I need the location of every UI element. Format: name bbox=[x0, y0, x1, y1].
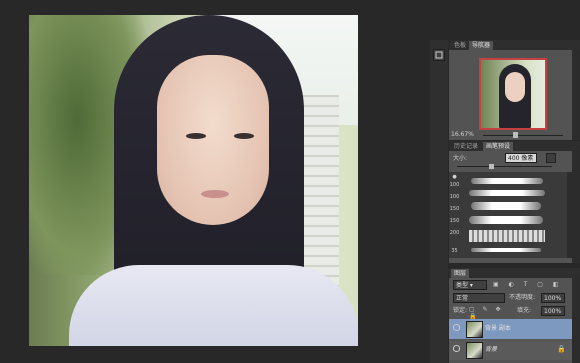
zoom-slider-handle[interactable] bbox=[513, 132, 518, 138]
brush-size-field[interactable]: 400 像素 bbox=[505, 153, 537, 163]
brush-size-2[interactable]: 100 bbox=[449, 194, 460, 200]
fill-field[interactable]: 100% bbox=[541, 306, 565, 316]
photo-lips bbox=[201, 190, 229, 198]
opacity-label: 不透明度: bbox=[509, 294, 536, 301]
brush-dot-icon[interactable]: ● bbox=[449, 174, 460, 180]
brush-size-label: 大小: bbox=[453, 155, 468, 162]
brush-stroke-7[interactable] bbox=[471, 248, 541, 252]
brush-size-handle[interactable] bbox=[489, 164, 494, 169]
photo-left-eye bbox=[186, 133, 206, 139]
tab-layers[interactable]: 图层 bbox=[451, 269, 470, 278]
brush-size-3[interactable]: 150 bbox=[449, 206, 460, 212]
layer-row-copy[interactable]: 背景 副本 bbox=[449, 319, 572, 339]
navigator-pane bbox=[449, 50, 572, 140]
brush-list: ● 100 100 150 150 200 35 bbox=[449, 172, 570, 258]
zoom-value[interactable]: 16.67% bbox=[451, 130, 474, 139]
brush-pane: 大小: 400 像素 ● 100 100 150 150 200 35 bbox=[449, 151, 572, 263]
navigator-zoom-row: 16.67% bbox=[449, 130, 572, 140]
photo-face bbox=[157, 55, 269, 225]
layer-row-background[interactable]: 背景 🔒 bbox=[449, 340, 572, 360]
brush-stroke-4[interactable] bbox=[469, 216, 543, 224]
fill-label: 填充: bbox=[517, 307, 532, 314]
brush-stroke-2[interactable] bbox=[469, 190, 545, 196]
layers-scrollbar[interactable] bbox=[572, 278, 580, 363]
brush-stroke-1[interactable] bbox=[471, 178, 543, 184]
lock-icons[interactable]: ▢ ✎ ✥ 🔒 bbox=[469, 306, 509, 320]
navigator-scrollbar[interactable] bbox=[572, 50, 580, 140]
brush-size-7[interactable]: 35 bbox=[449, 248, 460, 254]
opacity-field[interactable]: 100% bbox=[541, 293, 565, 303]
layer-filter-icons[interactable]: ▣ ◐ T ▢ ◧ bbox=[493, 281, 563, 289]
brush-preset-panel: 历史记录 画笔预设 大小: 400 像素 ● 100 100 150 150 2… bbox=[449, 141, 580, 263]
tab-history[interactable]: 历史记录 bbox=[451, 142, 481, 151]
filter-kind: 类型 bbox=[456, 282, 469, 289]
layer-thumbnail bbox=[466, 342, 483, 359]
layers-tabbar: 图层 bbox=[449, 268, 580, 278]
tab-brush-presets[interactable]: 画笔预设 bbox=[483, 142, 514, 151]
brush-size-1[interactable]: 100 bbox=[449, 182, 460, 188]
navigator-panel: 色板 导航器 bbox=[449, 40, 580, 140]
photo-right-eye bbox=[234, 133, 254, 139]
navigator-thumbnail[interactable] bbox=[479, 58, 547, 130]
blend-mode: 正常 bbox=[456, 295, 469, 302]
tab-swatches[interactable]: 色板 bbox=[451, 41, 469, 50]
brush-size-4[interactable]: 150 bbox=[449, 218, 460, 224]
layer-name[interactable]: 背景 副本 bbox=[485, 323, 511, 332]
zoom-slider-track[interactable] bbox=[483, 135, 563, 136]
lock-icon: 🔒 bbox=[557, 345, 566, 353]
blend-mode-select[interactable]: 正常 bbox=[453, 293, 505, 303]
visibility-eye-icon[interactable] bbox=[453, 345, 460, 352]
brush-reset-icon[interactable] bbox=[546, 153, 556, 163]
canvas-photo[interactable] bbox=[29, 15, 358, 346]
photo-shirt bbox=[69, 265, 358, 346]
brush-stroke-3[interactable] bbox=[471, 202, 541, 210]
navigator-tabbar: 色板 导航器 bbox=[449, 40, 580, 50]
panel-icon-column bbox=[430, 40, 448, 363]
brush-tabbar: 历史记录 画笔预设 bbox=[449, 141, 580, 151]
navigator-collapsed-icon[interactable] bbox=[433, 49, 445, 61]
layer-thumbnail bbox=[466, 321, 483, 338]
lock-label: 锁定: bbox=[453, 307, 468, 314]
tab-navigator[interactable]: 导航器 bbox=[469, 41, 494, 50]
thumb-face bbox=[505, 72, 525, 102]
brush-size-slider[interactable] bbox=[457, 166, 552, 167]
layer-name[interactable]: 背景 bbox=[485, 344, 497, 353]
layer-filter-select[interactable]: 类型 ▾ bbox=[453, 280, 487, 290]
brush-stroke-texture[interactable] bbox=[469, 230, 545, 242]
brush-size-5[interactable]: 200 bbox=[449, 230, 460, 236]
brush-panel-edge bbox=[572, 151, 580, 263]
visibility-eye-icon[interactable] bbox=[453, 324, 460, 331]
